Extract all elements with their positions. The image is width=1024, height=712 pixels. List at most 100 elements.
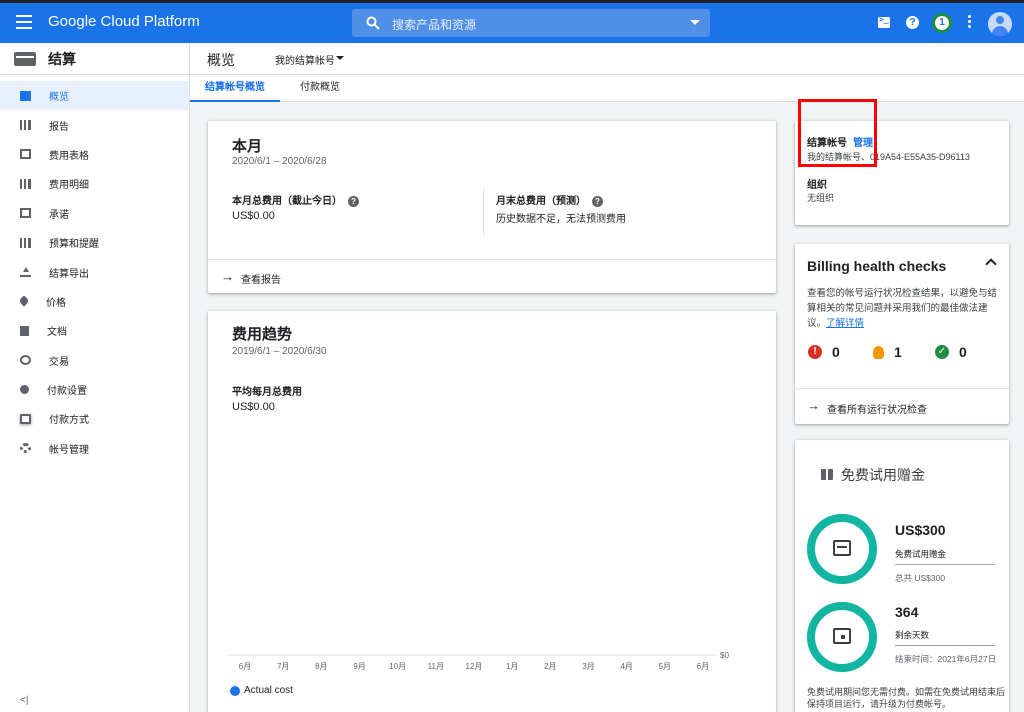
credit-card-icon xyxy=(20,413,31,424)
current-cost-label: 本月总费用（截止今日）? xyxy=(232,192,359,207)
check-circle-icon: ✓ xyxy=(935,345,949,359)
help-icon[interactable]: ? xyxy=(906,16,919,29)
sidebar-item-payment-settings[interactable]: 付款设置 xyxy=(0,375,189,404)
organization-label: 组织 xyxy=(807,180,827,191)
sidebar-item-label: 交易 xyxy=(49,356,69,368)
learn-more-link[interactable]: 了解详情 xyxy=(826,318,864,329)
forecast-cost-value: 历史数据不足，无法预测费用 xyxy=(496,214,626,225)
sidebar-item-export[interactable]: 结算导出 xyxy=(0,257,189,286)
search-bar[interactable]: 搜索产品和资源 xyxy=(352,9,710,37)
view-report-label: 查看报告 xyxy=(241,275,281,286)
x-tick-label: 12月 xyxy=(466,662,483,671)
card-title: 免费试用赠金 xyxy=(841,467,925,483)
days-value: 364 xyxy=(895,604,919,620)
highlight-annotation xyxy=(798,99,877,167)
cost-trend-chart: 6月 7月 8月 9月 10月 11月 12月 1月 2月 3月 4月 5月 6月 $0 xyxy=(228,651,729,671)
divider xyxy=(483,189,484,235)
person-icon xyxy=(20,385,29,395)
credit-label: 免费试用赠金 xyxy=(895,549,947,559)
tab-payment-overview[interactable]: 付款概览 xyxy=(285,75,355,102)
card-title: 费用趋势 xyxy=(232,326,293,343)
avatar[interactable] xyxy=(988,12,1012,36)
more-vert-icon[interactable] xyxy=(968,15,972,31)
gear-icon xyxy=(20,443,31,454)
page-title: 概览 xyxy=(207,52,235,68)
sidebar-item-pricing[interactable]: 价格 xyxy=(0,287,189,316)
view-report-link[interactable]: → 查看报告 xyxy=(208,259,776,293)
error-icon: ! xyxy=(808,345,822,359)
notifications-icon[interactable]: 1 xyxy=(932,13,952,33)
chart-legend[interactable]: Actual cost xyxy=(230,685,293,696)
search-dropdown-icon[interactable] xyxy=(690,20,700,25)
sidebar-item-cost-table[interactable]: 费用表格 xyxy=(0,140,189,169)
x-tick-label: 9月 xyxy=(353,662,365,671)
sidebar-item-cost-breakdown[interactable]: 费用明细 xyxy=(0,169,189,198)
tab-billing-account-overview[interactable]: 结算帐号概览 xyxy=(190,75,280,102)
help-icon[interactable]: ? xyxy=(348,195,359,207)
percent-icon xyxy=(20,208,31,219)
dashboard-icon xyxy=(20,90,31,101)
passed-count: 0 xyxy=(959,344,967,360)
cloud-shell-icon[interactable] xyxy=(878,15,890,28)
x-tick-label: 11月 xyxy=(428,662,444,671)
breakdown-icon xyxy=(20,178,31,189)
x-tick-label: 4月 xyxy=(620,662,632,671)
gift-icon xyxy=(821,469,833,480)
sidebar-item-overview[interactable]: 概览 xyxy=(0,81,189,111)
sidebar-header: 结算 xyxy=(0,43,189,75)
passed-status[interactable]: ✓ 0 xyxy=(935,344,967,360)
sidebar-item-label: 结算导出 xyxy=(49,268,89,280)
account-selector[interactable]: 我的结算帐号 xyxy=(275,52,335,67)
y-tick-label: $0 xyxy=(720,651,729,660)
export-icon xyxy=(20,267,31,278)
credit-total: 总共 US$300 xyxy=(895,573,946,583)
free-trial-card: 免费试用赠金 US$300 免费试用赠金 总共 US$300 364 剩余天数 … xyxy=(795,440,1009,712)
cake-icon xyxy=(833,540,851,556)
sidebar-nav: 概览 报告 费用表格 费用明细 承诺 预算和提醒 结算导出 价格 文档 交易 付… xyxy=(0,81,189,463)
top-app-bar: Google Cloud Platform 搜索产品和资源 ? 1 xyxy=(0,0,1024,43)
sidebar-item-budgets[interactable]: 预算和提醒 xyxy=(0,228,189,257)
chevron-up-icon[interactable] xyxy=(985,258,997,270)
tag-icon xyxy=(18,295,30,308)
organization-value: 无组织 xyxy=(807,193,835,203)
view-all-checks-label: 查看所有运行状况检查 xyxy=(827,405,927,416)
sidebar-item-label: 报告 xyxy=(49,121,69,133)
sidebar-item-account-management[interactable]: 帐号管理 xyxy=(0,434,189,463)
search-placeholder[interactable]: 搜索产品和资源 xyxy=(392,16,476,33)
date-range: 2020/6/1 – 2020/6/28 xyxy=(232,156,327,167)
sidebar-item-label: 帐号管理 xyxy=(49,444,89,456)
menu-icon[interactable] xyxy=(16,15,32,29)
trial-note: 免费试用期间您无需付费。如需在免费试用结束后保持项目运行，请升级为付费帐号。 xyxy=(807,687,1006,709)
lightbulb-icon xyxy=(873,345,884,359)
critical-count: 0 xyxy=(832,344,840,360)
sidebar-item-label: 费用表格 xyxy=(49,150,89,162)
cost-trend-card: 费用趋势 2019/6/1 – 2020/6/30 平均每月总费用 US$0.0… xyxy=(208,311,776,712)
days-progress-ring xyxy=(807,602,877,672)
help-icon[interactable]: ? xyxy=(592,195,603,207)
x-tick-label: 6月 xyxy=(697,662,709,671)
view-all-checks-link[interactable]: → 查看所有运行状况检查 xyxy=(795,388,1009,424)
legend-swatch xyxy=(230,685,240,696)
forecast-cost-label-text: 月末总费用（预测） xyxy=(496,196,586,207)
sidebar-item-commitments[interactable]: 承诺 xyxy=(0,199,189,228)
chevron-down-icon[interactable] xyxy=(336,56,344,60)
brand-title[interactable]: Google Cloud Platform xyxy=(48,13,200,30)
sidebar-item-transactions[interactable]: 交易 xyxy=(0,346,189,375)
current-cost-label-text: 本月总费用（截止今日） xyxy=(232,196,342,207)
budget-icon xyxy=(20,237,31,248)
x-tick-label: 2月 xyxy=(544,662,556,671)
sidebar-item-label: 承诺 xyxy=(49,209,69,221)
date-range: 2019/6/1 – 2020/6/30 xyxy=(232,346,327,357)
warning-count: 1 xyxy=(894,344,902,360)
critical-status[interactable]: ! 0 xyxy=(808,344,840,360)
sidebar-item-documents[interactable]: 文档 xyxy=(0,316,189,345)
arrow-right-icon: → xyxy=(807,398,820,413)
sidebar-item-reports[interactable]: 报告 xyxy=(0,110,189,139)
warning-status[interactable]: 1 xyxy=(873,344,902,360)
table-icon xyxy=(20,149,31,160)
x-tick-label: 6月 xyxy=(239,662,251,671)
collapse-sidebar-button[interactable]: <| xyxy=(20,695,28,706)
days-label: 剩余天数 xyxy=(895,630,930,640)
x-tick-label: 10月 xyxy=(389,662,406,671)
sidebar-item-payment-methods[interactable]: 付款方式 xyxy=(0,404,189,433)
